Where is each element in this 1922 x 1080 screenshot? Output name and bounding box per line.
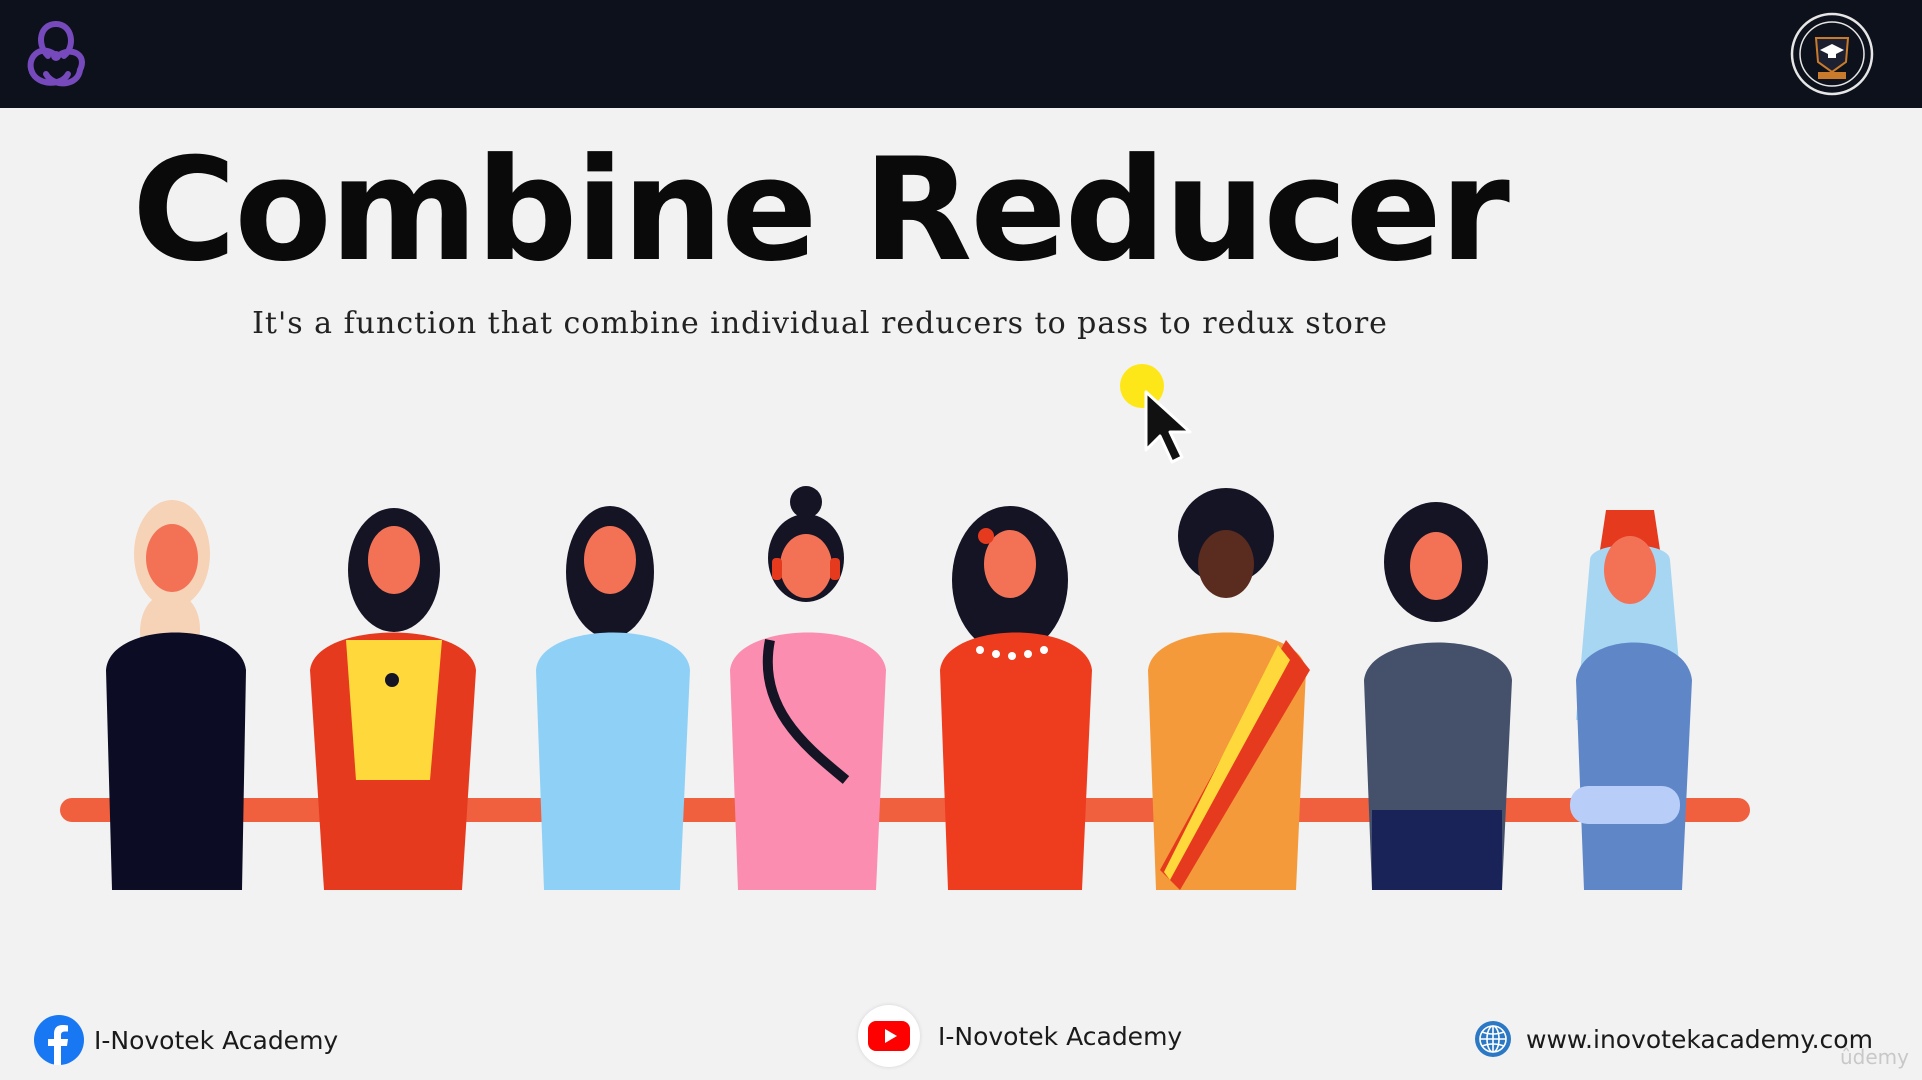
person-4 — [730, 486, 886, 890]
diverse-women-holding-hands-illustration — [60, 486, 1750, 890]
person-5 — [940, 506, 1092, 890]
youtube-icon — [858, 1005, 920, 1067]
top-bar — [0, 0, 1922, 108]
slide-title: Combine Reducer — [132, 128, 1510, 293]
website-link[interactable]: www.inovotekacademy.com — [1474, 1020, 1873, 1058]
globe-icon — [1475, 1021, 1511, 1057]
udemy-watermark: ûdemy — [1840, 1045, 1909, 1069]
facebook-icon — [34, 1015, 84, 1065]
website-label: www.inovotekacademy.com — [1526, 1024, 1873, 1054]
person-8 — [1570, 510, 1692, 890]
person-3 — [536, 506, 690, 890]
person-6 — [1148, 488, 1310, 890]
person-7 — [1364, 502, 1512, 890]
facebook-link[interactable]: I-Novotek Academy — [34, 1015, 338, 1065]
youtube-label: I-Novotek Academy — [938, 1021, 1183, 1051]
mouse-cursor-icon — [1120, 364, 1192, 464]
youtube-link[interactable]: I-Novotek Academy — [858, 1005, 1182, 1067]
redux-logo-icon — [27, 21, 85, 87]
slide-subtitle: It's a function that combine individual … — [252, 306, 1388, 341]
academy-emblem-icon — [1790, 12, 1874, 96]
person-2 — [310, 508, 476, 890]
facebook-label: I-Novotek Academy — [94, 1025, 339, 1055]
person-1 — [106, 500, 246, 890]
